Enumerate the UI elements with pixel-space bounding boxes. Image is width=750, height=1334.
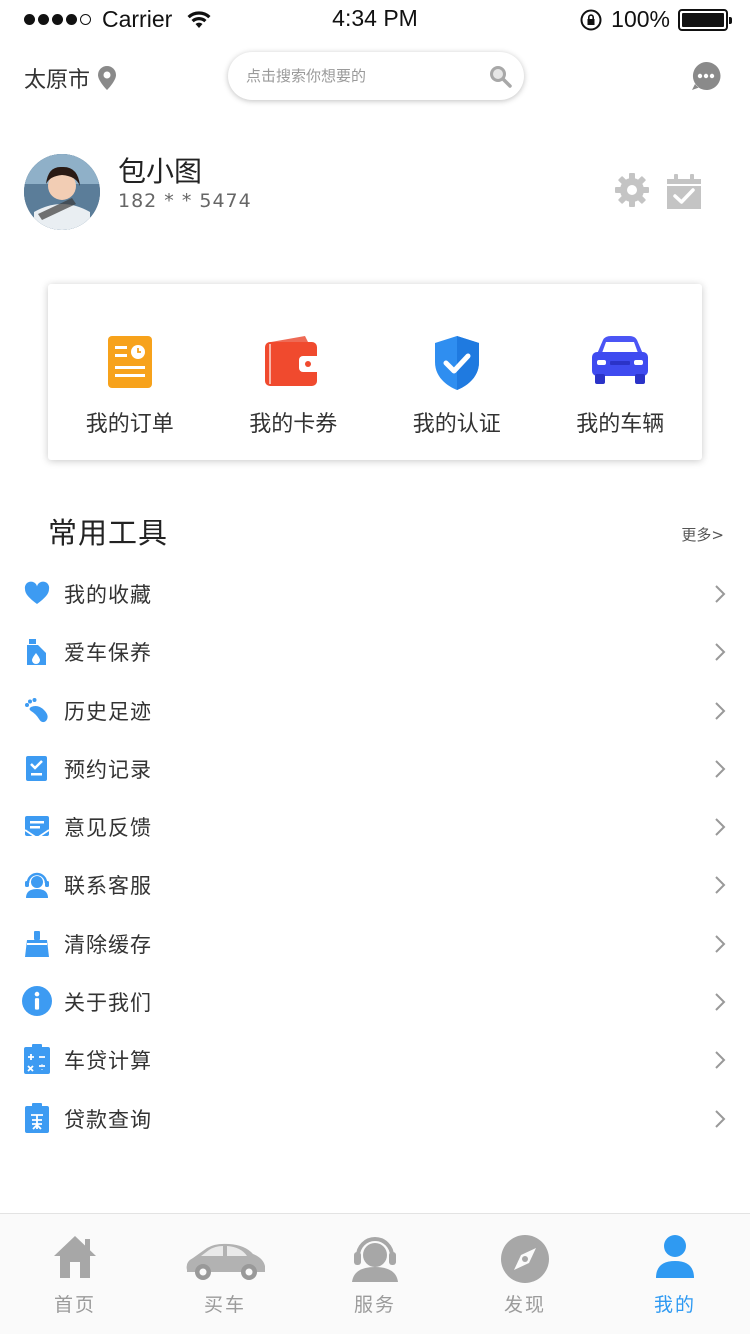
quick-action-label: 我的车辆 — [576, 412, 665, 437]
info-icon — [22, 986, 52, 1017]
status-bar: Carrier 4:34 PM 100% — [0, 0, 750, 40]
battery-area: 100% — [579, 6, 732, 33]
tab-buy-car[interactable]: 买车 — [150, 1214, 300, 1334]
chevron-right-icon — [715, 701, 726, 720]
list-item-loan-query[interactable]: 贷款查询 — [0, 1089, 750, 1147]
quick-action-label: 我的卡券 — [249, 412, 338, 437]
location-pin-icon — [98, 66, 117, 90]
calculator-icon — [24, 1044, 50, 1075]
shield-check-icon — [434, 336, 479, 390]
battery-icon — [678, 8, 732, 31]
more-tools-link[interactable]: 更多> — [681, 524, 724, 545]
chevron-right-icon — [715, 585, 726, 603]
gear-icon[interactable] — [614, 172, 650, 208]
loan-query-icon — [25, 1102, 49, 1133]
headset-icon — [352, 1237, 398, 1282]
quick-action-orders[interactable]: 我的订单 — [48, 284, 212, 460]
quick-actions-card: 我的订单 我的卡券 我的认证 我的车辆 — [48, 284, 702, 460]
chevron-right-icon — [715, 1051, 726, 1070]
chevron-right-icon — [715, 643, 726, 662]
tab-label: 买车 — [203, 1294, 246, 1316]
list-item-favorites[interactable]: 我的收藏 — [0, 564, 750, 622]
checkin-calendar-icon[interactable] — [666, 174, 702, 210]
list-item-label: 爱车保养 — [64, 641, 152, 666]
tab-label: 我的 — [653, 1294, 696, 1316]
list-item-label: 贷款查询 — [64, 1107, 152, 1132]
list-item-label: 联系客服 — [64, 874, 152, 899]
orders-icon — [107, 336, 152, 388]
quick-action-label: 我的认证 — [412, 412, 501, 437]
car-icon — [592, 336, 649, 384]
message-icon[interactable] — [690, 60, 722, 92]
tab-label: 首页 — [53, 1294, 96, 1316]
tab-home[interactable]: 首页 — [0, 1214, 150, 1334]
rotation-lock-icon — [580, 9, 602, 30]
bottom-tab-bar: 首页 买车 服务 发现 我的 — [0, 1213, 750, 1334]
feedback-icon — [24, 816, 50, 840]
tab-discover[interactable]: 发现 — [450, 1214, 600, 1334]
search-icon[interactable] — [488, 64, 512, 88]
home-icon — [54, 1236, 96, 1278]
customer-service-icon — [25, 873, 49, 899]
footprint-icon — [25, 697, 48, 722]
list-item-label: 车贷计算 — [64, 1049, 152, 1074]
appointment-icon — [26, 755, 47, 781]
profile-page: Carrier 4:34 PM 100% 太原市 点击搜索你想要的 包小图 18… — [0, 0, 750, 1334]
list-item-label: 我的收藏 — [64, 583, 152, 607]
chevron-right-icon — [715, 876, 726, 895]
list-item-label: 预约记录 — [64, 757, 152, 782]
list-item-label: 意见反馈 — [64, 816, 152, 841]
city-selector[interactable]: 太原市 — [24, 62, 117, 94]
tab-service[interactable]: 服务 — [300, 1214, 450, 1334]
chevron-right-icon — [715, 993, 726, 1011]
list-item-label: 历史足迹 — [64, 699, 152, 724]
top-header: 太原市 — [0, 50, 750, 104]
compass-icon — [501, 1235, 549, 1283]
chevron-right-icon — [715, 935, 726, 953]
tools-section-title: 常用工具 — [48, 516, 169, 550]
chevron-right-icon — [715, 1109, 726, 1128]
tab-label: 发现 — [503, 1294, 546, 1316]
search-bar[interactable] — [228, 52, 524, 100]
list-item-maintenance[interactable]: 爱车保养 — [0, 622, 750, 680]
broom-icon — [25, 930, 49, 957]
list-item-customer-service[interactable]: 联系客服 — [0, 855, 750, 913]
list-item-loan-calculator[interactable]: 车贷计算 — [0, 1030, 750, 1088]
list-item-feedback[interactable]: 意见反馈 — [0, 797, 750, 855]
quick-action-vehicles[interactable]: 我的车辆 — [539, 284, 703, 460]
heart-icon — [24, 581, 50, 604]
chevron-right-icon — [715, 760, 726, 778]
avatar[interactable] — [24, 154, 100, 230]
oil-bottle-icon — [27, 639, 46, 666]
chevron-right-icon — [715, 818, 726, 836]
list-item-label: 关于我们 — [64, 991, 152, 1016]
list-item-history[interactable]: 历史足迹 — [0, 681, 750, 739]
user-phone: 182 * * 5474 — [118, 190, 252, 212]
tab-mine[interactable]: 我的 — [600, 1214, 750, 1334]
user-icon — [656, 1235, 694, 1278]
wallet-icon — [265, 336, 322, 386]
user-name: 包小图 — [118, 155, 203, 188]
list-item-appointments[interactable]: 预约记录 — [0, 739, 750, 797]
city-name: 太原市 — [24, 68, 91, 93]
user-profile: 包小图 182 * * 5474 — [24, 150, 726, 234]
car-tab-icon — [186, 1243, 265, 1280]
list-item-label: 清除缓存 — [64, 932, 152, 957]
battery-percent: 100% — [611, 6, 670, 32]
list-item-clear-cache[interactable]: 清除缓存 — [0, 914, 750, 972]
search-input[interactable] — [246, 52, 486, 100]
quick-action-label: 我的订单 — [85, 412, 174, 437]
list-item-about[interactable]: 关于我们 — [0, 972, 750, 1030]
tab-label: 服务 — [353, 1294, 396, 1316]
quick-action-coupons[interactable]: 我的卡券 — [212, 284, 376, 460]
tools-list: 我的收藏 爱车保养 历史足迹 预约记录 意见反馈 联系客服 清除缓存 关于我们 … — [0, 564, 750, 1147]
quick-action-certification[interactable]: 我的认证 — [375, 284, 539, 460]
